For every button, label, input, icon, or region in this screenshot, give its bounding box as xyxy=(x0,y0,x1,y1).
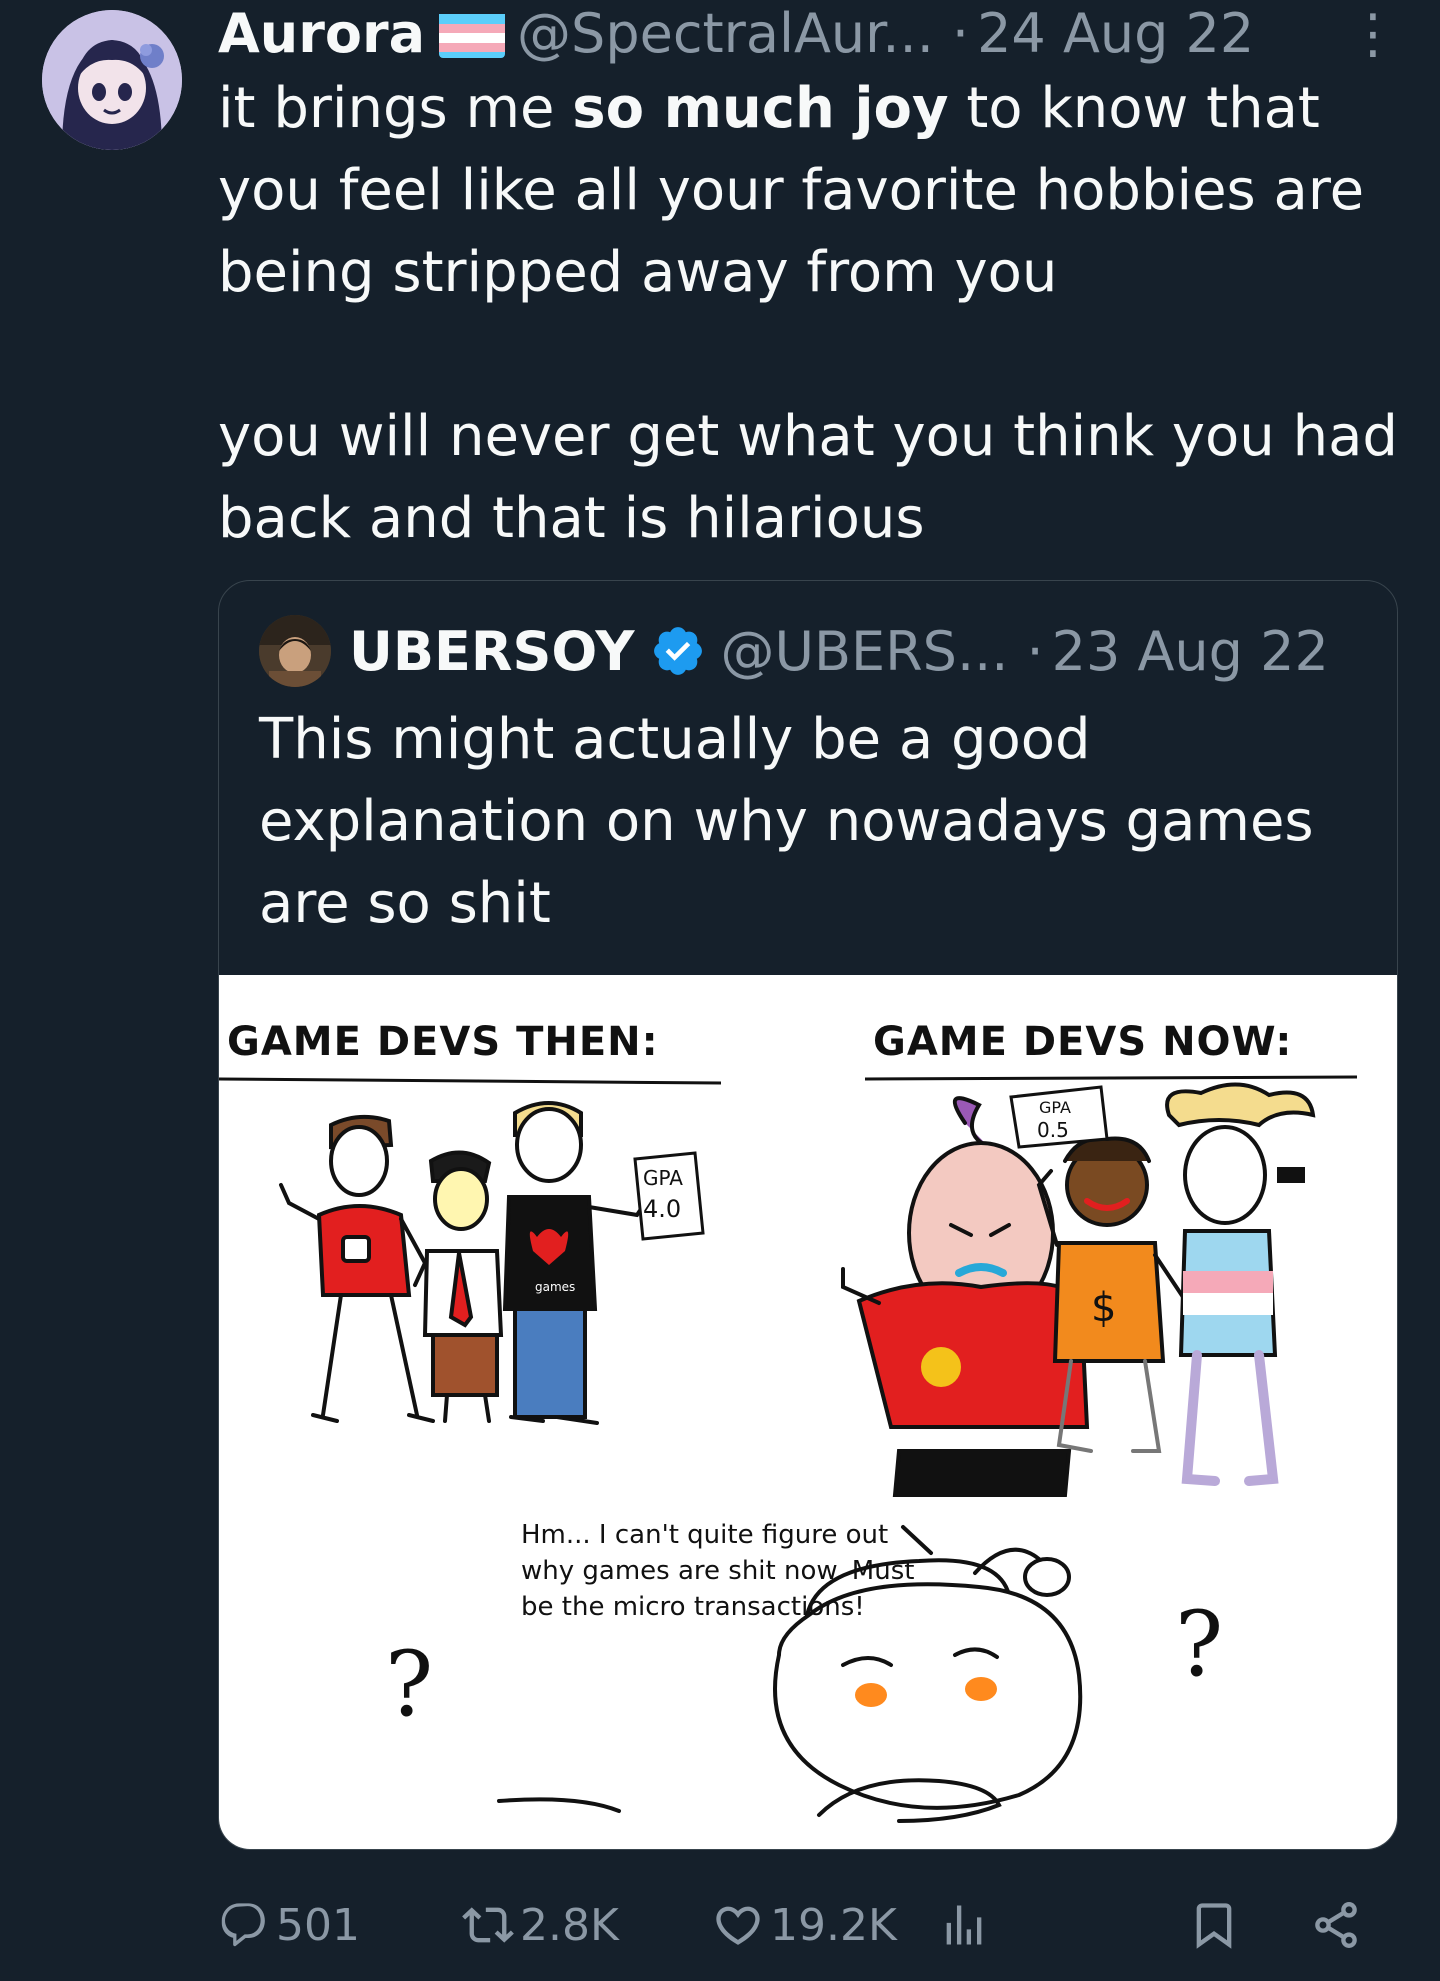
retweet-count: 2.8K xyxy=(520,1899,619,1951)
shirt-text: games xyxy=(535,1280,575,1294)
author-avatar[interactable] xyxy=(42,10,182,150)
question-mark-right: ? xyxy=(1175,1592,1223,1697)
gpa-left-value: 4.0 xyxy=(643,1195,681,1223)
tweet-action-bar: 501 2.8K 19.2K xyxy=(218,1890,1400,1960)
analytics-icon xyxy=(946,1905,982,1945)
avatar-illustration xyxy=(42,10,182,150)
quoted-avatar-photo xyxy=(259,615,331,687)
reply-count: 501 xyxy=(276,1899,360,1951)
quoted-header-separator: · xyxy=(1026,619,1044,683)
more-options-icon[interactable]: ⋮ xyxy=(1346,0,1400,68)
heart-icon xyxy=(716,1906,760,1945)
tweet-text-bold: so much joy xyxy=(572,76,949,141)
quoted-author-avatar[interactable] xyxy=(259,615,331,687)
reply-icon xyxy=(221,1903,265,1947)
like-button[interactable]: 19.2K xyxy=(712,1890,897,1960)
share-button[interactable] xyxy=(1310,1890,1368,1960)
author-name[interactable]: Aurora xyxy=(218,0,425,68)
share-icon xyxy=(1315,1902,1357,1948)
tweet-header: Aurora @SpectralAur... · 24 Aug 22 ⋮ xyxy=(218,0,1400,68)
author-handle[interactable]: @SpectralAur... xyxy=(517,0,934,68)
bookmark-icon xyxy=(1196,1903,1232,1949)
quoted-author-name[interactable]: UBERSOY xyxy=(349,620,634,683)
quoted-tweet-text: This might actually be a good explanatio… xyxy=(259,707,1314,936)
dollar-sign-icon: $ xyxy=(1091,1285,1116,1331)
trans-flag-icon xyxy=(439,10,506,58)
quoted-author-handle[interactable]: @UBERS... xyxy=(720,620,1008,683)
retweet-icon xyxy=(462,1907,514,1943)
quoted-tweet-image[interactable]: GAME DEVS THEN: GAME DEVS NOW: games GPA… xyxy=(219,975,1397,1849)
verified-badge-icon xyxy=(654,627,703,675)
retweet-button[interactable]: 2.8K xyxy=(462,1890,619,1960)
tweet-paragraph-2: you will never get what you think you ha… xyxy=(218,404,1398,551)
gpa-right-label: GPA xyxy=(1039,1098,1071,1117)
reply-button[interactable]: 501 xyxy=(218,1890,360,1960)
like-count: 19.2K xyxy=(770,1899,897,1951)
bookmark-button[interactable] xyxy=(1188,1890,1246,1960)
tweet-date[interactable]: 24 Aug 22 xyxy=(977,0,1254,68)
tweet-paragraph-1: it brings me so much joy to know that yo… xyxy=(218,68,1398,314)
meme-caption: Hm... I can't quite figure out why games… xyxy=(521,1520,915,1622)
tweet-text-part: it brings me xyxy=(218,76,573,141)
quoted-tweet[interactable]: UBERSOY @UBERS... · 23 Aug 22 This might… xyxy=(218,580,1398,1850)
quoted-tweet-date[interactable]: 23 Aug 22 xyxy=(1052,620,1329,683)
views-button[interactable] xyxy=(938,1890,996,1960)
gpa-right-value: 0.5 xyxy=(1037,1118,1069,1142)
question-mark-left: ? xyxy=(385,1632,433,1737)
gpa-left-label: GPA xyxy=(643,1166,683,1190)
quoted-tweet-header: UBERSOY @UBERS... · 23 Aug 22 xyxy=(259,611,1361,691)
header-separator: · xyxy=(951,2,970,65)
tweet-text: it brings me so much joy to know that yo… xyxy=(218,68,1398,560)
meme-drawing: games GPA 4.0 $ GPA 0.5 ? ? xyxy=(219,1075,1358,1823)
